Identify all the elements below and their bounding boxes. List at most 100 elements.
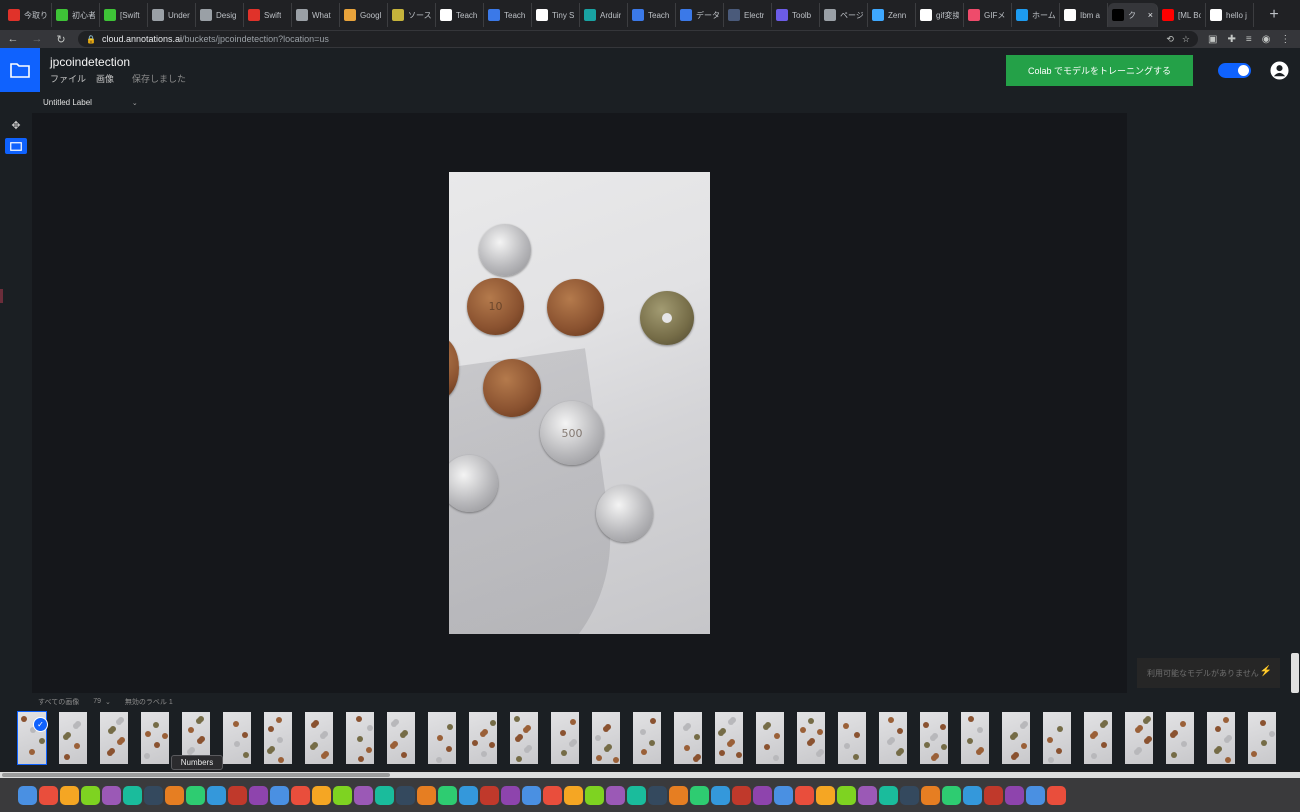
- automator-icon[interactable]: [375, 785, 394, 805]
- panel-scroll-handle[interactable]: [1291, 653, 1299, 693]
- image-thumbnail[interactable]: [879, 712, 907, 764]
- browser-tab[interactable]: Zenn: [868, 3, 916, 27]
- pycharm-icon[interactable]: [480, 785, 499, 805]
- line-icon[interactable]: [900, 785, 919, 805]
- image-thumbnail[interactable]: [1248, 712, 1276, 764]
- image-thumbnail[interactable]: [920, 712, 948, 764]
- github-icon[interactable]: [690, 785, 709, 805]
- profile-avatar-icon[interactable]: ◉: [1262, 34, 1271, 45]
- music-icon[interactable]: [249, 785, 268, 805]
- vscode-icon[interactable]: [774, 785, 793, 805]
- image-thumbnail[interactable]: [1084, 712, 1112, 764]
- label-selector[interactable]: Untitled Label ⌄: [43, 98, 138, 107]
- browser-tab[interactable]: gif変換: [916, 3, 964, 27]
- unlabeled-filter[interactable]: 無効のラベル 1: [125, 697, 173, 707]
- browser-tab[interactable]: Teach: [628, 3, 676, 27]
- feedly-icon[interactable]: [648, 785, 667, 805]
- extensions-puzzle-icon[interactable]: ✚: [1227, 34, 1235, 45]
- maps-icon[interactable]: [669, 785, 688, 805]
- filezilla-icon[interactable]: [921, 785, 940, 805]
- browser-tab[interactable]: ソース: [388, 3, 436, 27]
- back-icon[interactable]: ←: [6, 33, 20, 45]
- books-icon[interactable]: [270, 785, 289, 805]
- browser-tab[interactable]: 今取り: [4, 3, 52, 27]
- pixelmator-icon[interactable]: [354, 785, 373, 805]
- image-thumbnail[interactable]: [961, 712, 989, 764]
- preview-icon[interactable]: [291, 785, 310, 805]
- safari-icon[interactable]: [627, 785, 646, 805]
- reload-icon[interactable]: ↻: [54, 33, 68, 46]
- image-thumbnail[interactable]: [510, 712, 538, 764]
- image-thumbnail[interactable]: [797, 712, 825, 764]
- image-thumbnail[interactable]: [100, 712, 128, 764]
- transmit-icon[interactable]: [795, 785, 814, 805]
- teams-icon[interactable]: [858, 785, 877, 805]
- affinity-icon[interactable]: [942, 785, 961, 805]
- image-thumbnail[interactable]: [633, 712, 661, 764]
- image-thumbnail[interactable]: [469, 712, 497, 764]
- launchpad-icon[interactable]: [39, 785, 58, 805]
- address-bar[interactable]: 🔒 cloud.annotations.ai/buckets/jpcoindet…: [78, 31, 1198, 47]
- image-thumbnail[interactable]: [715, 712, 743, 764]
- user-account-icon[interactable]: [1270, 61, 1289, 80]
- xd-icon[interactable]: [963, 785, 982, 805]
- extension-square-icon[interactable]: ▣: [1208, 34, 1217, 45]
- numbers-icon[interactable]: [186, 785, 205, 805]
- chrome-menu-icon[interactable]: ⋮: [1280, 34, 1290, 45]
- xcode-icon[interactable]: [711, 785, 730, 805]
- browser-tab[interactable]: GIFメ: [964, 3, 1012, 27]
- powerpoint-icon[interactable]: [564, 785, 583, 805]
- pages-icon[interactable]: [165, 785, 184, 805]
- word-icon[interactable]: [522, 785, 541, 805]
- browser-tab[interactable]: Ibm a: [1060, 3, 1108, 27]
- annotation-canvas[interactable]: 10 500: [32, 113, 1127, 693]
- app-store-icon[interactable]: [417, 785, 436, 805]
- system-preferences-icon[interactable]: [438, 785, 457, 805]
- browser-tab[interactable]: hello j: [1206, 3, 1254, 27]
- model-select[interactable]: 利用可能なモデルがありません ⚡: [1137, 658, 1280, 688]
- arduino-icon[interactable]: [753, 785, 772, 805]
- auto-label-toggle[interactable]: [1218, 63, 1251, 78]
- image-thumbnail[interactable]: [305, 712, 333, 764]
- image-thumbnail[interactable]: [1207, 712, 1235, 764]
- browser-tab[interactable]: Googl: [340, 3, 388, 27]
- browser-tab[interactable]: What: [292, 3, 340, 27]
- browser-tab[interactable]: Swift: [244, 3, 292, 27]
- gear-icon[interactable]: [459, 785, 478, 805]
- image-thumbnail[interactable]: [592, 712, 620, 764]
- vlc-icon[interactable]: [123, 785, 142, 805]
- reeder-icon[interactable]: [606, 785, 625, 805]
- train-in-colab-button[interactable]: Colab でモデルをトレーニングする: [1006, 55, 1193, 86]
- android-icon[interactable]: [732, 785, 751, 805]
- bookmark-star-icon[interactable]: ☆: [1182, 34, 1190, 45]
- image-thumbnail[interactable]: [59, 712, 87, 764]
- image-thumbnail[interactable]: [838, 712, 866, 764]
- image-thumbnail[interactable]: [551, 712, 579, 764]
- browser-tab[interactable]: Toolb: [772, 3, 820, 27]
- keynote-icon[interactable]: [207, 785, 226, 805]
- browser-tab[interactable]: ページ: [820, 3, 868, 27]
- archive-icon[interactable]: [396, 785, 415, 805]
- browser-tab[interactable]: Under: [148, 3, 196, 27]
- browser-tab[interactable]: Teach: [436, 3, 484, 27]
- imovie-icon[interactable]: [312, 785, 331, 805]
- image-thumbnail[interactable]: [141, 712, 169, 764]
- excel-icon[interactable]: [543, 785, 562, 805]
- chrome-icon[interactable]: [60, 785, 79, 805]
- image-thumbnail[interactable]: [674, 712, 702, 764]
- folder-icon[interactable]: [144, 785, 163, 805]
- image-thumbnail[interactable]: [756, 712, 784, 764]
- finder-icon[interactable]: [18, 785, 37, 805]
- sourcetree-icon[interactable]: [837, 785, 856, 805]
- spark-icon[interactable]: [984, 785, 1003, 805]
- move-tool-icon[interactable]: ✥: [5, 117, 27, 133]
- image-thumbnail[interactable]: [1002, 712, 1030, 764]
- coin-photo[interactable]: 10 500: [449, 172, 710, 634]
- image-count-select[interactable]: 79 ⌄: [93, 698, 111, 706]
- image-thumbnail[interactable]: [1125, 712, 1153, 764]
- finder2-icon[interactable]: [1026, 785, 1045, 805]
- menu-image[interactable]: 画像: [96, 72, 114, 85]
- browser-tab[interactable]: ク ×: [1108, 3, 1158, 27]
- browser-tab[interactable]: Electr: [724, 3, 772, 27]
- image-thumbnail[interactable]: [346, 712, 374, 764]
